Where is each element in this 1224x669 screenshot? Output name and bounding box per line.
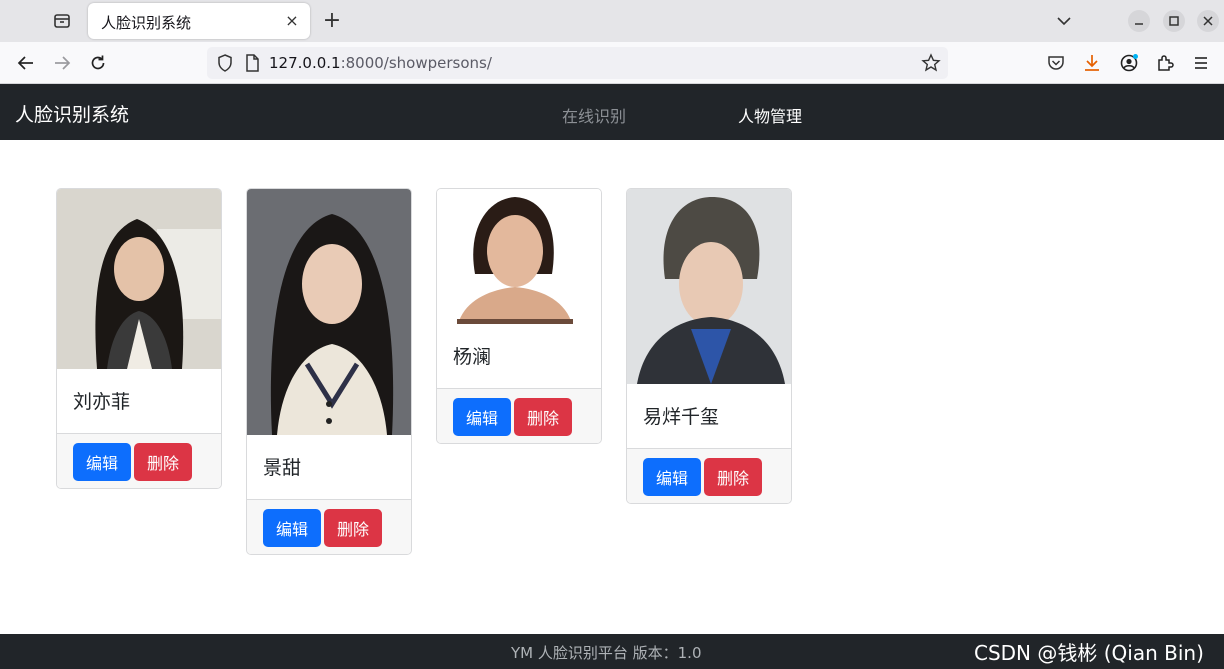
chevron-down-icon[interactable] bbox=[1054, 11, 1074, 31]
browser-tab-strip: 人脸识别系统 × + bbox=[0, 0, 1224, 42]
person-card: 景甜 编辑 删除 bbox=[246, 188, 412, 555]
person-photo bbox=[247, 189, 411, 435]
edit-button[interactable]: 编辑 bbox=[643, 458, 701, 496]
person-name: 易烊千玺 bbox=[643, 406, 720, 428]
footer-version-text: YM 人脸识别平台 版本：1.0 bbox=[511, 644, 702, 662]
delete-button[interactable]: 删除 bbox=[134, 443, 192, 481]
person-card: 刘亦菲 编辑 删除 bbox=[56, 188, 222, 489]
card-body: 景甜 bbox=[247, 435, 411, 499]
card-body: 易烊千玺 bbox=[627, 384, 791, 448]
delete-button[interactable]: 删除 bbox=[514, 398, 572, 436]
reload-icon[interactable] bbox=[88, 53, 108, 73]
url-path: :8000/showpersons/ bbox=[340, 54, 492, 72]
csdn-watermark: CSDN @钱彬 (Qian Bin) bbox=[974, 641, 1204, 665]
forward-arrow-icon[interactable] bbox=[52, 53, 72, 73]
url-host: 127.0.0.1 bbox=[269, 54, 341, 72]
back-arrow-icon[interactable] bbox=[16, 53, 36, 73]
browser-toolbar: 127.0.0.1:8000/showpersons/ bbox=[0, 42, 1224, 84]
edit-button[interactable]: 编辑 bbox=[73, 443, 131, 481]
edit-button[interactable]: 编辑 bbox=[453, 398, 511, 436]
address-bar[interactable]: 127.0.0.1:8000/showpersons/ bbox=[207, 47, 948, 79]
pocket-icon[interactable] bbox=[1046, 53, 1066, 73]
site-navbar: 人脸识别系统 在线识别 人物管理 bbox=[0, 84, 1224, 140]
person-photo bbox=[57, 189, 221, 369]
person-name: 刘亦菲 bbox=[73, 391, 131, 413]
nav-person-management[interactable]: 人物管理 bbox=[738, 103, 802, 127]
browser-tab[interactable]: 人脸识别系统 × bbox=[88, 3, 310, 39]
brand-link[interactable]: 人脸识别系统 bbox=[15, 100, 129, 127]
card-footer: 编辑 删除 bbox=[247, 499, 411, 554]
card-footer: 编辑 删除 bbox=[627, 448, 791, 503]
extensions-icon[interactable] bbox=[1155, 53, 1175, 73]
person-card: 易烊千玺 编辑 删除 bbox=[626, 188, 792, 504]
tab-overview-icon[interactable] bbox=[50, 10, 74, 32]
page-info-icon[interactable] bbox=[242, 53, 262, 73]
shield-icon[interactable] bbox=[215, 53, 235, 73]
card-footer: 编辑 删除 bbox=[437, 388, 601, 443]
new-tab-button[interactable]: + bbox=[321, 10, 343, 32]
window-close-button[interactable] bbox=[1197, 10, 1219, 32]
card-body: 刘亦菲 bbox=[57, 369, 221, 433]
edit-button[interactable]: 编辑 bbox=[263, 509, 321, 547]
site-footer: YM 人脸识别平台 版本：1.0 CSDN @钱彬 (Qian Bin) bbox=[0, 634, 1224, 669]
card-body: 杨澜 bbox=[437, 324, 601, 388]
person-card: 杨澜 编辑 删除 bbox=[436, 188, 602, 444]
url-text: 127.0.0.1:8000/showpersons/ bbox=[269, 54, 492, 72]
tab-close-icon[interactable]: × bbox=[283, 12, 301, 30]
card-footer: 编辑 删除 bbox=[57, 433, 221, 488]
delete-button[interactable]: 删除 bbox=[704, 458, 762, 496]
person-name: 杨澜 bbox=[453, 346, 492, 368]
bookmark-star-icon[interactable] bbox=[921, 53, 941, 73]
person-photo bbox=[437, 189, 601, 324]
menu-icon[interactable] bbox=[1191, 53, 1211, 73]
person-photo bbox=[627, 189, 791, 384]
person-name: 景甜 bbox=[263, 457, 302, 479]
persons-grid: 刘亦菲 编辑 删除 景甜 编辑 删除 杨澜 编辑 删除 易烊千玺 编辑 删除 bbox=[0, 140, 1224, 634]
window-maximize-button[interactable] bbox=[1163, 10, 1185, 32]
download-icon[interactable] bbox=[1082, 53, 1102, 73]
window-minimize-button[interactable] bbox=[1128, 10, 1150, 32]
tab-title: 人脸识别系统 bbox=[101, 14, 192, 32]
nav-online-recognition[interactable]: 在线识别 bbox=[562, 103, 626, 127]
delete-button[interactable]: 删除 bbox=[324, 509, 382, 547]
account-icon[interactable] bbox=[1119, 53, 1139, 73]
